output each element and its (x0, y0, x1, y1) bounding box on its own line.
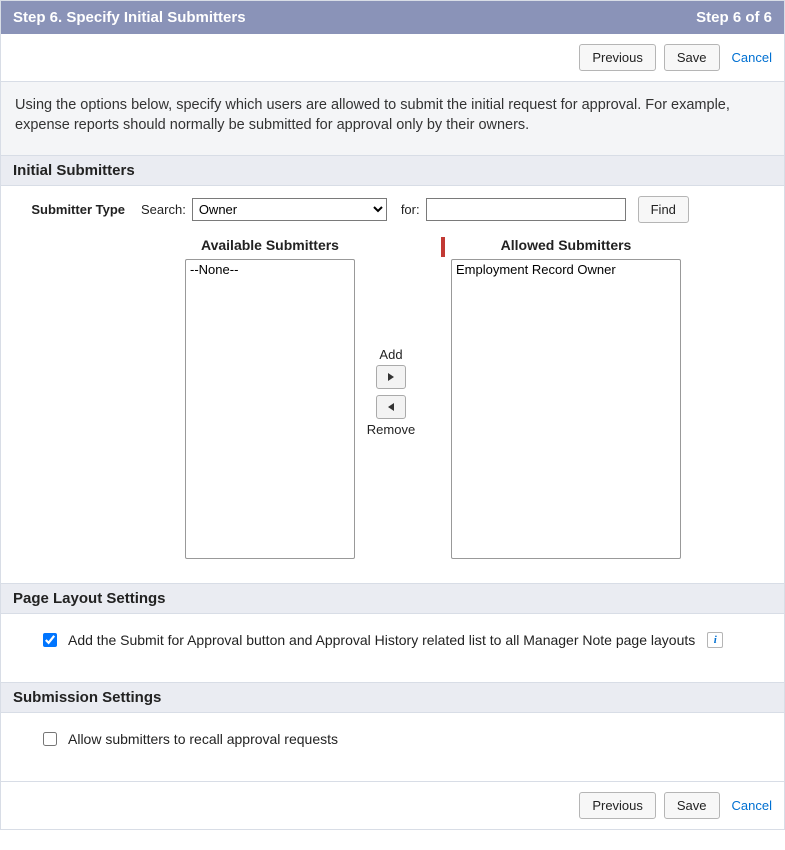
section-body-page-layout: Add the Submit for Approval button and A… (1, 614, 784, 682)
cancel-link-bottom[interactable]: Cancel (732, 798, 772, 813)
section-body-submission: Allow submitters to recall approval requ… (1, 713, 784, 781)
allowed-title: Allowed Submitters (451, 237, 681, 253)
wizard-title: Step 6. Specify Initial Submitters (13, 9, 246, 26)
wizard-step-indicator: Step 6 of 6 (696, 9, 772, 26)
available-title: Available Submitters (185, 237, 355, 253)
submission-checkbox-label: Allow submitters to recall approval requ… (68, 731, 338, 747)
add-button[interactable] (376, 365, 406, 389)
shuttle-controls: Add Remove (355, 237, 427, 437)
action-bar-top: Previous Save Cancel (1, 34, 784, 82)
save-button-bottom[interactable]: Save (664, 792, 720, 819)
find-button[interactable]: Find (638, 196, 689, 223)
add-label: Add (379, 347, 402, 362)
search-row: Submitter Type Search: Owner for: Find (15, 196, 770, 223)
search-label: Search: (141, 202, 186, 217)
section-header-submission: Submission Settings (1, 682, 784, 713)
page-layout-checkbox[interactable] (43, 633, 57, 647)
wizard-container: Step 6. Specify Initial Submitters Step … (0, 0, 785, 830)
save-button[interactable]: Save (664, 44, 720, 71)
search-input[interactable] (426, 198, 626, 221)
action-bar-bottom: Previous Save Cancel (1, 781, 784, 829)
remove-label: Remove (367, 422, 415, 437)
previous-button-bottom[interactable]: Previous (579, 792, 656, 819)
allowed-column: Allowed Submitters Employment Record Own… (451, 237, 681, 559)
info-icon[interactable]: i (707, 632, 723, 648)
required-indicator (441, 237, 445, 257)
arrow-left-icon (386, 402, 396, 412)
section-header-page-layout: Page Layout Settings (1, 583, 784, 614)
arrow-right-icon (386, 372, 396, 382)
submission-checkbox-row: Allow submitters to recall approval requ… (39, 725, 770, 753)
section-body-initial-submitters: Submitter Type Search: Owner for: Find A… (1, 186, 784, 583)
submitter-type-select[interactable]: Owner (192, 198, 387, 221)
allowed-listbox[interactable]: Employment Record Owner (451, 259, 681, 559)
section-header-initial-submitters: Initial Submitters (1, 155, 784, 186)
submitter-type-label: Submitter Type (15, 202, 135, 217)
cancel-link[interactable]: Cancel (732, 50, 772, 65)
available-column: Available Submitters --None-- (185, 237, 355, 559)
for-label: for: (401, 202, 420, 217)
page-layout-checkbox-row: Add the Submit for Approval button and A… (39, 626, 770, 654)
previous-button[interactable]: Previous (579, 44, 656, 71)
instructions-text: Using the options below, specify which u… (1, 82, 784, 155)
available-listbox[interactable]: --None-- (185, 259, 355, 559)
submission-checkbox[interactable] (43, 732, 57, 746)
dual-listbox: Available Submitters --None-- Add Remove… (145, 237, 770, 559)
wizard-header: Step 6. Specify Initial Submitters Step … (1, 1, 784, 34)
remove-button[interactable] (376, 395, 406, 419)
page-layout-checkbox-label: Add the Submit for Approval button and A… (68, 632, 695, 648)
